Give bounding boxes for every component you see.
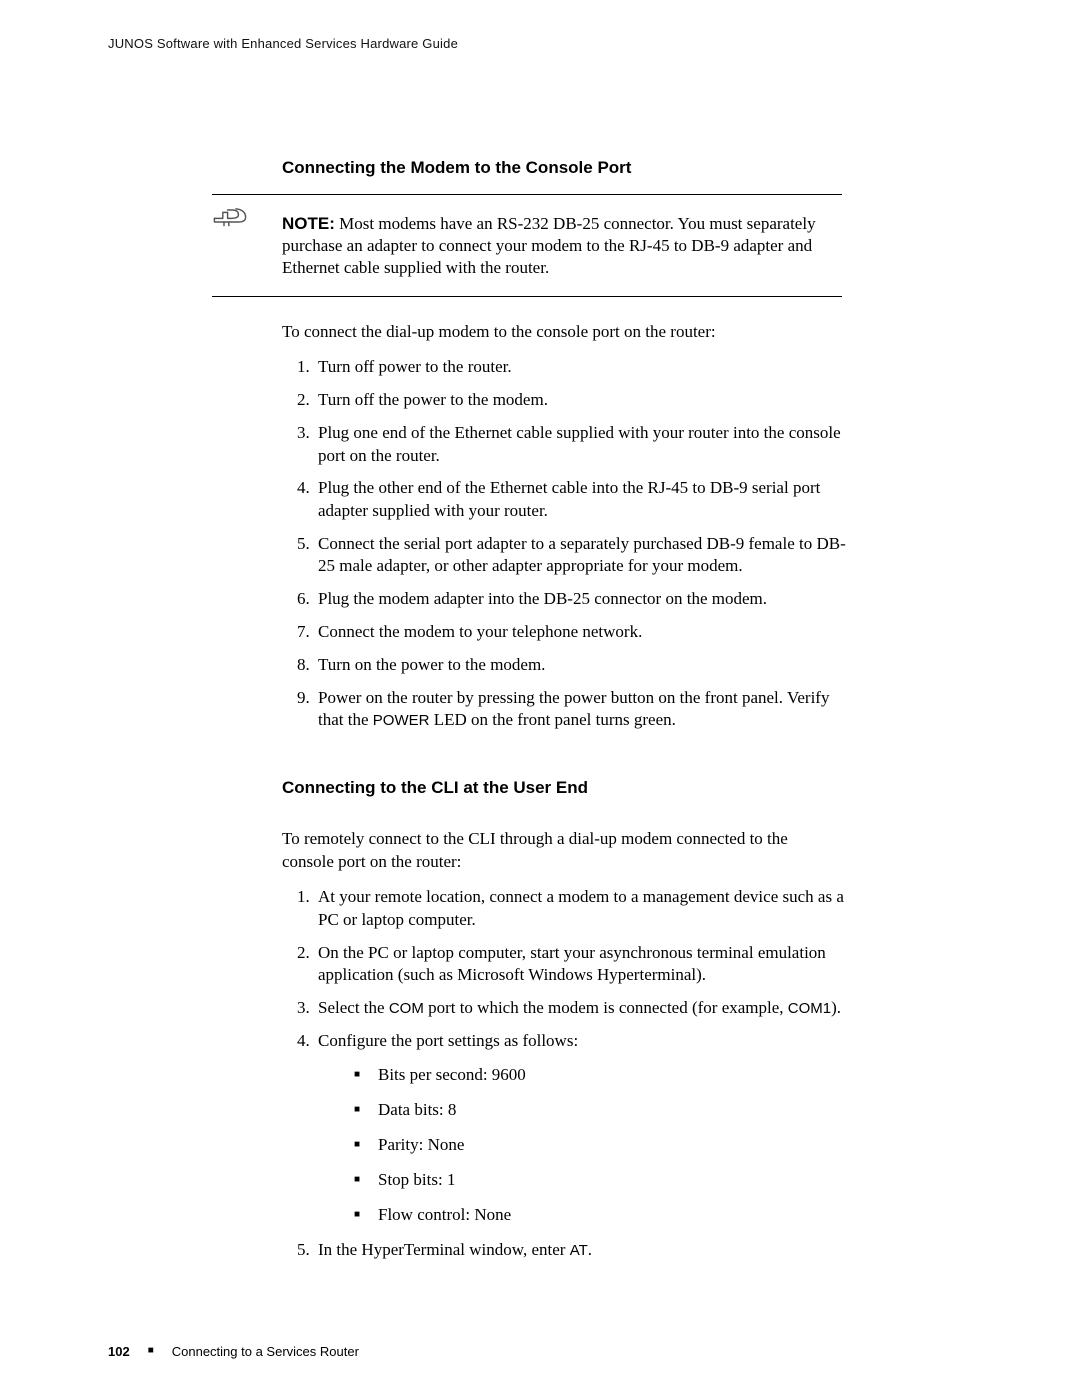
note-body: Most modems have an RS-232 DB-25 connect… bbox=[282, 214, 816, 277]
com-label: COM bbox=[389, 1000, 424, 1017]
list-item: On the PC or laptop computer, start your… bbox=[314, 942, 854, 987]
section1-intro: To connect the dial-up modem to the cons… bbox=[282, 321, 842, 344]
section2-intro: To remotely connect to the CLI through a… bbox=[282, 828, 842, 874]
page-content: Connecting the Modem to the Console Port… bbox=[212, 158, 972, 1272]
at-command: AT bbox=[570, 1242, 588, 1259]
setting-item: Stop bits: 1 bbox=[354, 1169, 854, 1191]
setting-item: Bits per second: 9600 bbox=[354, 1064, 854, 1086]
footer-square-icon: ■ bbox=[148, 1345, 154, 1356]
list-item: Plug one end of the Ethernet cable suppl… bbox=[314, 422, 854, 467]
section2-steps: At your remote location, connect a modem… bbox=[282, 886, 854, 1272]
section1-steps: Turn off power to the router. Turn off t… bbox=[282, 356, 854, 742]
list-item: Plug the other end of the Ethernet cable… bbox=[314, 477, 854, 522]
list-item: In the HyperTerminal window, enter AT. bbox=[314, 1239, 854, 1261]
port-settings: Bits per second: 9600 Data bits: 8 Parit… bbox=[354, 1064, 854, 1226]
note-block: NOTE: Most modems have an RS-232 DB-25 c… bbox=[282, 213, 838, 278]
list-item: Configure the port settings as follows: … bbox=[314, 1030, 854, 1227]
section-heading-modem: Connecting the Modem to the Console Port bbox=[282, 158, 972, 178]
list-item: Select the COM port to which the modem i… bbox=[314, 997, 854, 1019]
power-led-label: POWER bbox=[373, 712, 430, 729]
list-item: Turn off power to the router. bbox=[314, 356, 854, 378]
section-heading-cli: Connecting to the CLI at the User End bbox=[282, 778, 972, 798]
footer-section-title: Connecting to a Services Router bbox=[172, 1344, 359, 1359]
running-header: JUNOS Software with Enhanced Services Ha… bbox=[108, 36, 458, 51]
list-item: Turn on the power to the modem. bbox=[314, 654, 854, 676]
list-item: Plug the modem adapter into the DB-25 co… bbox=[314, 588, 854, 610]
list-item: Connect the serial port adapter to a sep… bbox=[314, 533, 854, 578]
list-item: Power on the router by pressing the powe… bbox=[314, 687, 854, 732]
setting-item: Parity: None bbox=[354, 1134, 854, 1156]
note-label: NOTE: bbox=[282, 214, 335, 233]
step4-label: Configure the port settings as follows: bbox=[318, 1031, 578, 1050]
rule-top bbox=[212, 194, 842, 195]
list-item: Connect the modem to your telephone netw… bbox=[314, 621, 854, 643]
setting-item: Data bits: 8 bbox=[354, 1099, 854, 1121]
list-item: Turn off the power to the modem. bbox=[314, 389, 854, 411]
page-footer: 102 ■ Connecting to a Services Router bbox=[108, 1344, 359, 1359]
rule-bottom bbox=[212, 296, 842, 297]
com1-label: COM1 bbox=[788, 1000, 831, 1017]
page-number: 102 bbox=[108, 1344, 130, 1359]
note-hand-icon bbox=[210, 204, 250, 228]
setting-item: Flow control: None bbox=[354, 1204, 854, 1226]
list-item: At your remote location, connect a modem… bbox=[314, 886, 854, 931]
